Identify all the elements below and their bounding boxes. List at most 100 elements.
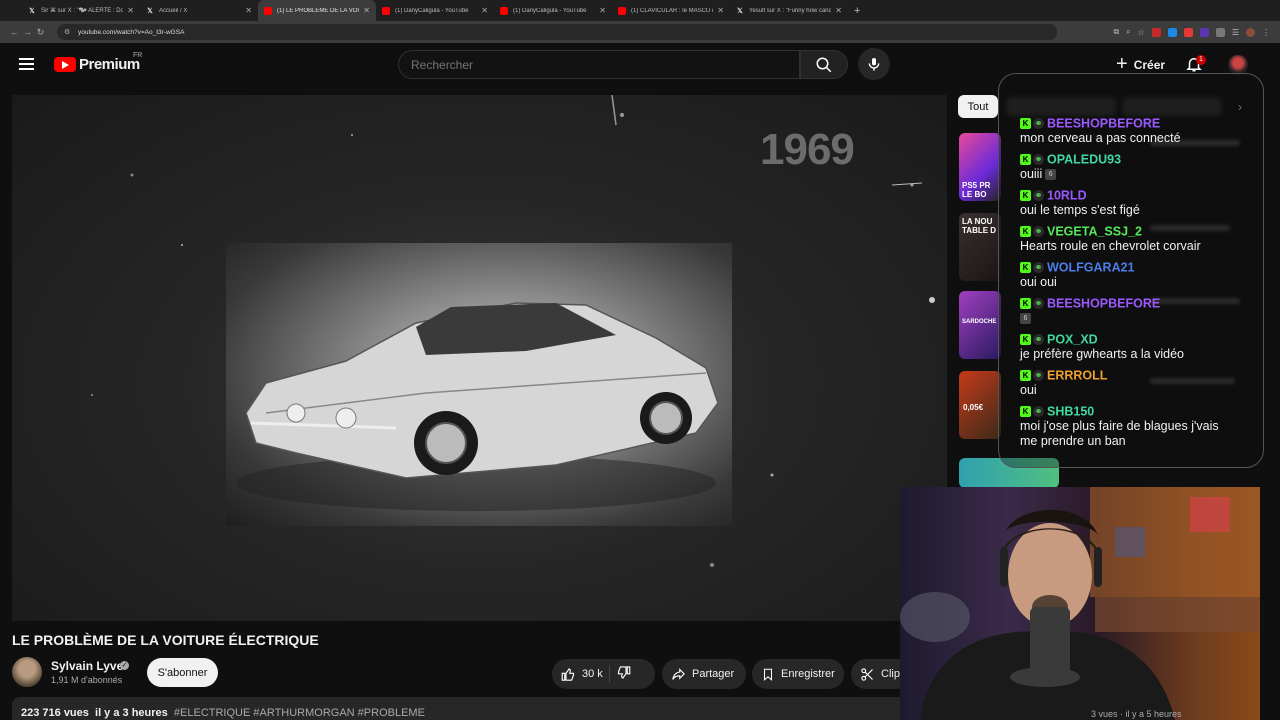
stream-chat-overlay: K BEESHOPBEFORE mon cerveau a pas connect… bbox=[998, 73, 1264, 468]
back-icon[interactable]: ← bbox=[8, 27, 21, 37]
hashtags[interactable]: #ELECTRIQUE #ARTHURMORGAN #PROBLEME bbox=[174, 707, 425, 719]
search-icon bbox=[816, 57, 832, 72]
close-tab-icon[interactable]: ✕ bbox=[835, 6, 842, 15]
publish-date: il y a 3 heures bbox=[95, 707, 168, 719]
install-icon[interactable]: ⧉ bbox=[1113, 27, 1119, 37]
verified-check-icon: ✓ bbox=[120, 661, 129, 670]
youtube-play-logo-icon bbox=[54, 57, 76, 72]
x-icon: 𝕏 bbox=[737, 7, 743, 15]
tab-title: Accueil / X bbox=[159, 7, 188, 14]
close-tab-icon[interactable]: ✕ bbox=[717, 6, 724, 15]
x-icon: 𝕏 bbox=[147, 7, 153, 15]
youtube-icon bbox=[382, 6, 390, 15]
extensions-puzzle-icon[interactable] bbox=[1215, 27, 1225, 37]
extension-icon[interactable] bbox=[1183, 27, 1193, 37]
url-field[interactable]: ⚙ youtube.com/watch?v=Ao_t3r-wGSA bbox=[57, 24, 1057, 40]
reload-icon[interactable]: ↻ bbox=[34, 27, 47, 38]
new-tab-button[interactable]: + bbox=[854, 5, 860, 17]
account-avatar[interactable] bbox=[1228, 55, 1248, 75]
chat-username: WOLFGARA21 bbox=[1047, 260, 1135, 275]
dislike-button[interactable] bbox=[616, 665, 631, 683]
search-input[interactable] bbox=[398, 50, 800, 79]
close-tab-icon[interactable]: ✕ bbox=[599, 6, 606, 15]
channel-avatar[interactable] bbox=[12, 657, 42, 687]
like-button[interactable]: 30 k bbox=[552, 667, 603, 682]
youtube-icon bbox=[618, 6, 626, 15]
bookmark-star-icon[interactable]: ☆ bbox=[1138, 28, 1145, 37]
kick-badge-icon: K bbox=[1020, 298, 1031, 310]
chat-username: ERRROLL bbox=[1047, 368, 1108, 383]
browser-tab-5[interactable]: (1) DanyCaligula - YouTube ✕ bbox=[494, 0, 612, 21]
create-label: Créer bbox=[1133, 58, 1166, 72]
chat-text: ouiii bbox=[1020, 167, 1043, 181]
emote-badge-icon bbox=[1033, 370, 1044, 382]
recommended-thumbnail[interactable]: LA NOU TABLE D bbox=[959, 213, 1001, 281]
emote-badge-icon bbox=[1033, 118, 1044, 130]
kick-badge-icon: K bbox=[1020, 406, 1031, 418]
microphone-icon bbox=[868, 58, 880, 71]
subscribe-button[interactable]: S'abonner bbox=[147, 658, 218, 687]
browser-tab-1[interactable]: 𝕏 Sir ⌘ sur X : "🗫 ALERTE : Dom ✕ bbox=[22, 0, 140, 21]
recommended-thumbnail[interactable]: SARDOCHE bbox=[959, 291, 1001, 359]
logo-text: Premium bbox=[79, 56, 140, 73]
clip-label: Clip bbox=[881, 668, 900, 680]
share-button[interactable]: Partager bbox=[662, 659, 746, 689]
emote-badge-icon bbox=[1033, 154, 1044, 166]
hamburger-menu-icon[interactable] bbox=[19, 58, 34, 70]
recommended-thumbnail[interactable]: PS5 PR LE BO bbox=[959, 133, 1001, 201]
voice-search-button[interactable] bbox=[858, 48, 890, 80]
emote-badge-icon bbox=[1033, 334, 1044, 346]
chat-message-text: oui oui bbox=[1020, 275, 1057, 289]
video-description-box[interactable]: 223 716 vues il y a 3 heures #ELECTRIQUE… bbox=[12, 697, 947, 720]
close-tab-icon[interactable]: ✕ bbox=[127, 6, 134, 15]
recommended-thumbnail[interactable]: 0,05€ bbox=[959, 371, 1001, 439]
video-title: LE PROBLÈME DE LA VOITURE ÉLECTRIQUE bbox=[12, 632, 319, 648]
close-tab-icon[interactable]: ✕ bbox=[481, 6, 488, 15]
extensions-area: ⧉ ⌕ ☆ ☰ ⋮ bbox=[1113, 24, 1270, 40]
webcam-scene bbox=[900, 487, 1260, 720]
share-arrow-icon bbox=[672, 667, 685, 680]
kick-badge-icon: K bbox=[1020, 154, 1031, 166]
car-photo bbox=[226, 243, 732, 526]
close-tab-icon[interactable]: ✕ bbox=[363, 6, 370, 15]
thumbs-up-icon bbox=[561, 667, 575, 681]
tab-title: (1) DanyCaligula - YouTube bbox=[395, 7, 469, 14]
youtube-premium-logo[interactable]: Premium FR bbox=[54, 52, 142, 73]
chat-message-text: 6 bbox=[1020, 311, 1031, 325]
profile-icon[interactable] bbox=[1246, 27, 1255, 37]
tab-title: Yesult sur X : "Funny how cance bbox=[749, 7, 832, 14]
extension-icon[interactable] bbox=[1167, 27, 1177, 37]
browser-menu-icon[interactable]: ⋮ bbox=[1262, 28, 1270, 37]
kick-badge-icon: K bbox=[1020, 118, 1031, 130]
channel-name[interactable]: Sylvain Lyve bbox=[51, 659, 123, 673]
site-info-icon[interactable]: ⚙ bbox=[64, 28, 70, 36]
browser-tab-6[interactable]: (1) CLAVICULAR : le MASCU q ✕ bbox=[612, 0, 730, 21]
browser-tab-2[interactable]: 𝕏 Accueil / X ✕ bbox=[140, 0, 258, 21]
kick-badge-icon: K bbox=[1020, 190, 1031, 202]
x-icon: 𝕏 bbox=[29, 7, 35, 15]
subscriber-badge-icon: 6 bbox=[1045, 169, 1057, 181]
filter-chip-all[interactable]: Tout bbox=[958, 95, 998, 118]
extension-icon[interactable] bbox=[1199, 27, 1209, 37]
browser-tab-bar: 𝕏 Sir ⌘ sur X : "🗫 ALERTE : Dom ✕ 𝕏 Accu… bbox=[0, 0, 1280, 21]
chat-username: POX_XD bbox=[1047, 332, 1098, 347]
chat-username: BEESHOPBEFORE bbox=[1047, 296, 1161, 311]
close-tab-icon[interactable]: ✕ bbox=[245, 6, 252, 15]
reading-list-icon[interactable]: ☰ bbox=[1232, 28, 1239, 37]
forward-icon[interactable]: → bbox=[21, 27, 34, 37]
browser-tab-3-active[interactable]: (1) LE PROBLÈME DE LA VOITUR ✕ bbox=[258, 0, 376, 21]
kick-badge-icon: K bbox=[1020, 226, 1031, 238]
logo-region: FR bbox=[133, 52, 143, 59]
view-count: 223 716 vues bbox=[21, 707, 89, 719]
extension-icon[interactable] bbox=[1151, 27, 1161, 37]
chat-username: 10RLD bbox=[1047, 188, 1087, 203]
tab-title: Sir ⌘ sur X : "🗫 ALERTE : Dom bbox=[41, 7, 124, 14]
save-button[interactable]: Enregistrer bbox=[752, 659, 844, 689]
zoom-icon[interactable]: ⌕ bbox=[1126, 27, 1130, 37]
browser-tab-4[interactable]: (1) DanyCaligula - YouTube ✕ bbox=[376, 0, 494, 21]
search-button[interactable] bbox=[800, 50, 848, 79]
browser-tab-7[interactable]: 𝕏 Yesult sur X : "Funny how cance ✕ bbox=[730, 0, 848, 21]
thumbnail-text: 0,05€ bbox=[963, 403, 984, 412]
video-player[interactable]: 1969 bbox=[12, 95, 947, 621]
notification-count-badge: 1 bbox=[1196, 55, 1206, 65]
